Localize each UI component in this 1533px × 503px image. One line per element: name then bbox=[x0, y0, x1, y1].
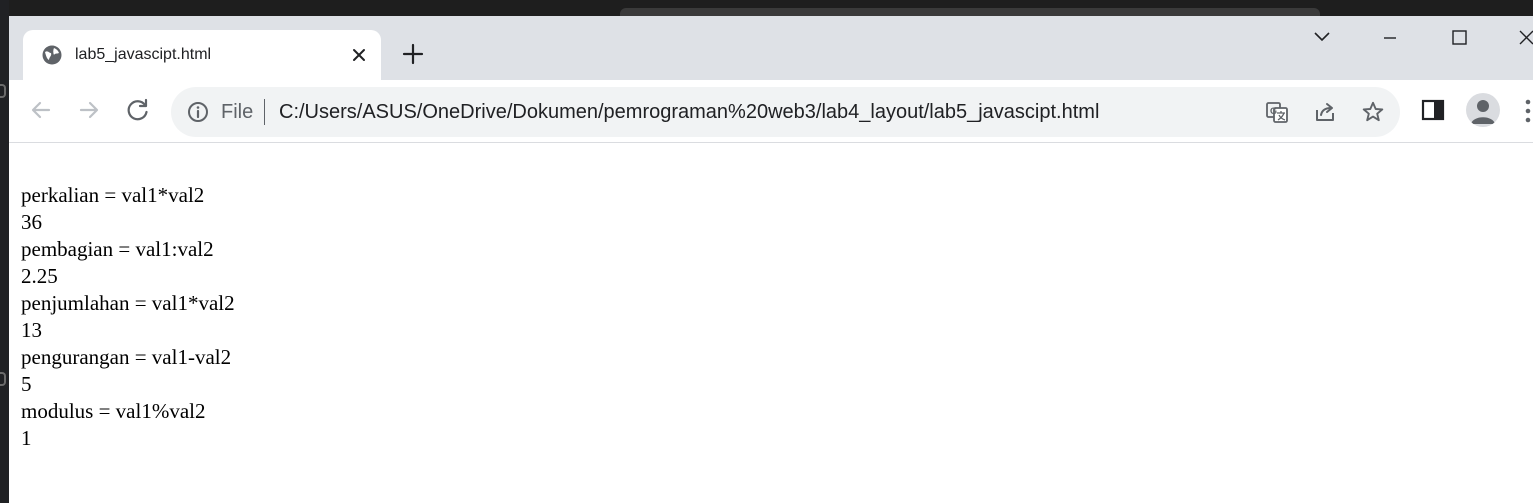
background-window-edge bbox=[0, 372, 6, 386]
output-value: 2.25 bbox=[21, 264, 58, 288]
output-value: 13 bbox=[21, 318, 42, 342]
background-window-edge bbox=[620, 8, 1320, 16]
output-line: perkalian = val1*val2 bbox=[21, 183, 205, 207]
page-content: perkalian = val1*val2 36 pembagian = val… bbox=[9, 144, 1533, 503]
reload-icon[interactable] bbox=[124, 96, 152, 124]
chevron-down-icon[interactable] bbox=[1299, 26, 1345, 50]
tab-strip: lab5_javascipt.html bbox=[9, 16, 1533, 80]
background-window-edge bbox=[0, 84, 6, 98]
output-line: modulus = val1%val2 bbox=[21, 399, 206, 423]
svg-text:G: G bbox=[1270, 106, 1277, 116]
arrow-right-icon[interactable] bbox=[75, 96, 103, 124]
desktop-background bbox=[0, 0, 9, 503]
output-value: 1 bbox=[21, 426, 32, 450]
tab-title: lab5_javascipt.html bbox=[75, 46, 212, 63]
star-icon[interactable] bbox=[1361, 100, 1385, 124]
plus-icon[interactable] bbox=[401, 42, 425, 66]
share-icon[interactable] bbox=[1313, 100, 1337, 124]
address-bar[interactable]: File C:/Users/ASUS/OneDrive/Dokumen/pemr… bbox=[171, 87, 1400, 137]
side-panel-icon[interactable] bbox=[1419, 96, 1447, 124]
output-line: pembagian = val1:val2 bbox=[21, 237, 214, 261]
maximize-icon[interactable] bbox=[1436, 26, 1482, 50]
divider bbox=[264, 99, 265, 125]
url-text[interactable]: C:/Users/ASUS/OneDrive/Dokumen/pemrogram… bbox=[279, 100, 1099, 124]
arrow-left-icon[interactable] bbox=[27, 96, 55, 124]
kebab-menu-icon[interactable] bbox=[1523, 98, 1533, 124]
scheme-label: File bbox=[221, 101, 254, 123]
tab-active[interactable]: lab5_javascipt.html bbox=[23, 30, 381, 80]
script-output: perkalian = val1*val2 36 pembagian = val… bbox=[21, 182, 235, 452]
minimize-icon[interactable] bbox=[1367, 26, 1413, 50]
output-line: penjumlahan = val1*val2 bbox=[21, 291, 235, 315]
globe-icon bbox=[42, 45, 62, 65]
output-value: 5 bbox=[21, 372, 32, 396]
avatar-icon[interactable] bbox=[1466, 93, 1500, 127]
info-icon[interactable] bbox=[187, 101, 209, 123]
toolbar: File C:/Users/ASUS/OneDrive/Dokumen/pemr… bbox=[9, 80, 1533, 143]
browser-window: lab5_javascipt.html File C:/Users/ASUS/O… bbox=[9, 16, 1533, 503]
close-icon[interactable] bbox=[349, 45, 369, 65]
output-line: pengurangan = val1-val2 bbox=[21, 345, 232, 369]
translate-icon[interactable]: G bbox=[1265, 100, 1289, 124]
close-icon[interactable] bbox=[1503, 26, 1533, 50]
output-value: 36 bbox=[21, 210, 42, 234]
